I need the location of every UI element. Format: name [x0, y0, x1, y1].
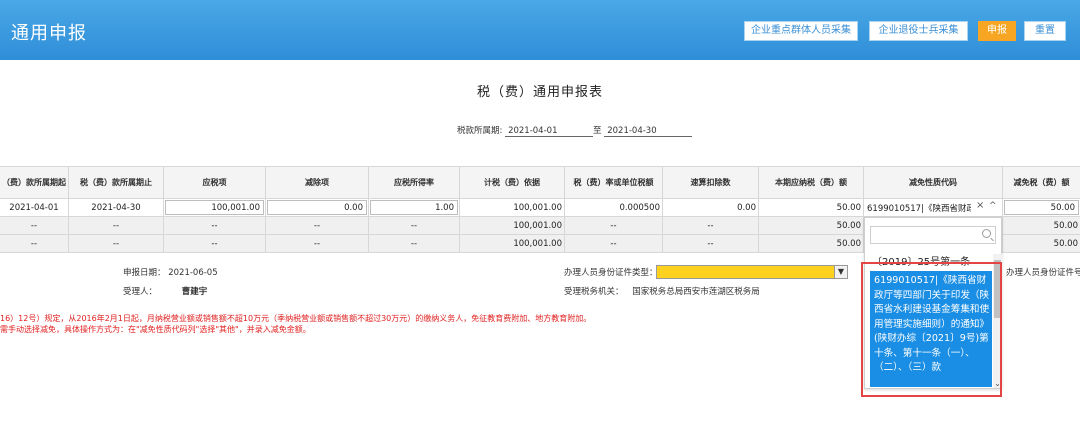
key-groups-collect-button[interactable]: 企业重点群体人员采集: [744, 21, 858, 41]
deduction-item-input[interactable]: [267, 200, 367, 215]
chevron-up-icon[interactable]: ^: [989, 201, 997, 211]
cell-reduction-amount: 50.00: [1003, 217, 1080, 235]
receiver-value: 曹建宇: [181, 287, 208, 297]
cell-period-start: --: [0, 217, 69, 235]
cell-taxable-item: [164, 199, 266, 217]
cell-reduction-amount: [1003, 199, 1080, 217]
cell-tax-rate: --: [565, 217, 663, 235]
col-header-tax-payable: 本期应纳税（费）额: [759, 166, 864, 199]
col-header-deduction-item: 减除项: [266, 166, 369, 199]
chevron-down-icon[interactable]: ▼: [834, 266, 847, 278]
cell-quick-deduction: --: [663, 235, 759, 253]
tax-authority-label: 受理税务机关：: [564, 287, 624, 297]
reduction-code-dropdown: 〔2019〕25号第一条 6199010517|《陕西省财政厅等四部门关于印发（…: [864, 217, 1002, 389]
declare-date-value: 2021-06-05: [168, 268, 218, 278]
cell-tax-basis: 100,001.00: [460, 235, 565, 253]
col-header-tax-basis: 计税（费）依据: [460, 166, 565, 199]
period-start: 税款所属期: 2021-04-01: [457, 124, 594, 137]
dropdown-option[interactable]: 〔2019〕25号第一条: [872, 253, 970, 268]
cell-reduction-amount: 50.00: [1003, 235, 1080, 253]
col-header-quick-deduction: 速算扣除数: [663, 166, 759, 199]
cell-taxable-item: --: [164, 235, 266, 253]
app-header: 通用申报 企业重点群体人员采集 企业退役士兵采集 申报 重置: [0, 0, 1080, 60]
tax-authority-value: 国家税务总局西安市莲湖区税务局: [632, 287, 760, 297]
cell-income-rate: --: [369, 217, 460, 235]
period-to-label: 至: [593, 126, 602, 136]
period-start-value[interactable]: 2021-04-01: [505, 126, 594, 137]
cell-quick-deduction: 0.00: [663, 199, 759, 217]
scrollbar-thumb[interactable]: [994, 260, 1001, 318]
col-header-reduction-code: 减免性质代码: [864, 166, 1003, 199]
note-line: 16）12号）规定，从2016年2月1日起，月纳税营业额或销售额不超10万元（季…: [0, 314, 592, 323]
declare-date-label: 申报日期：: [123, 268, 166, 278]
note-line: 需手动选择减免，具体操作方式为：在"减免性质代码列"选择"其他"，并录入减免金额…: [0, 324, 311, 334]
period-label: 税款所属期:: [457, 126, 503, 136]
cell-taxable-item: --: [164, 217, 266, 235]
cell-quick-deduction: --: [663, 217, 759, 235]
col-header-reduction-amount: 减免税（费）额: [1003, 166, 1080, 199]
income-rate-input[interactable]: [370, 200, 458, 215]
cell-period-start: --: [0, 235, 69, 253]
clear-icon[interactable]: ×: [976, 200, 984, 211]
search-icon: [982, 229, 991, 238]
reduction-code-select[interactable]: 6199010517|《陕西省财政厅 × ^: [866, 199, 1000, 216]
col-header-income-rate: 应税所得率: [369, 166, 460, 199]
chevron-down-icon[interactable]: ⌄: [993, 379, 1002, 388]
form-title: 税（费）通用申报表: [476, 85, 603, 100]
cell-deduction-item: --: [266, 217, 369, 235]
notes: 16）12号）规定，从2016年2月1日起，月纳税营业额或销售额不超10万元（季…: [0, 314, 591, 335]
declare-button[interactable]: 申报: [978, 21, 1016, 41]
col-header-period-start: （费）款所属期起: [0, 166, 69, 199]
col-header-tax-rate: 税（费）率或单位税额: [565, 166, 663, 199]
cell-income-rate: [369, 199, 460, 217]
cell-period-end: 2021-04-30: [69, 199, 164, 217]
cell-period-end: --: [69, 235, 164, 253]
cell-period-start: 2021-04-01: [0, 199, 69, 217]
veterans-collect-button[interactable]: 企业退役士兵采集: [869, 21, 968, 41]
id-type-label: 办理人员身份证件类型：: [564, 268, 658, 278]
col-header-taxable-item: 应税项: [164, 166, 266, 199]
dropdown-search-input[interactable]: [870, 226, 996, 244]
col-header-period-end: 税（费）款所属期止: [69, 166, 164, 199]
cell-period-end: --: [69, 217, 164, 235]
reduction-amount-input[interactable]: [1004, 200, 1079, 215]
dropdown-scrollbar[interactable]: ⌄: [993, 254, 1002, 388]
id-type-select[interactable]: ▼: [656, 265, 848, 279]
reduction-code-selected: 6199010517|《陕西省财政厅: [867, 204, 971, 214]
cell-tax-payable: 50.00: [759, 235, 864, 253]
reset-button[interactable]: 重置: [1024, 21, 1066, 41]
declare-date: 申报日期： 2021-06-05: [123, 266, 218, 278]
page-title: 通用申报: [11, 23, 87, 44]
receiver-label: 受理人：: [123, 287, 158, 297]
cell-deduction-item: --: [266, 235, 369, 253]
cell-tax-rate: --: [565, 235, 663, 253]
cell-income-rate: --: [369, 235, 460, 253]
tax-authority: 受理税务机关： 国家税务总局西安市莲湖区税务局: [564, 285, 760, 297]
id-number-label: 办理人员身份证件号码: [1006, 268, 1080, 278]
cell-tax-rate: 0.000500: [565, 199, 663, 217]
cell-deduction-item: [266, 199, 369, 217]
cell-tax-payable: 50.00: [759, 217, 864, 235]
period-end: 至 2021-04-30: [593, 124, 693, 137]
cell-tax-basis: 100,001.00: [460, 217, 565, 235]
taxable-item-input[interactable]: [165, 200, 264, 215]
dropdown-option-highlighted[interactable]: 6199010517|《陕西省财政厅等四部门关于印发（陕西省水利建设基金筹集和使…: [870, 271, 992, 387]
cell-tax-payable: 50.00: [759, 199, 864, 217]
table-header-row: （费）款所属期起 税（费）款所属期止 应税项 减除项 应税所得率 计税（费）依据…: [0, 166, 1080, 199]
cell-tax-basis: 100,001.00: [460, 199, 565, 217]
period-end-value[interactable]: 2021-04-30: [604, 126, 693, 137]
receiver: 受理人： 曹建宇: [123, 285, 207, 297]
